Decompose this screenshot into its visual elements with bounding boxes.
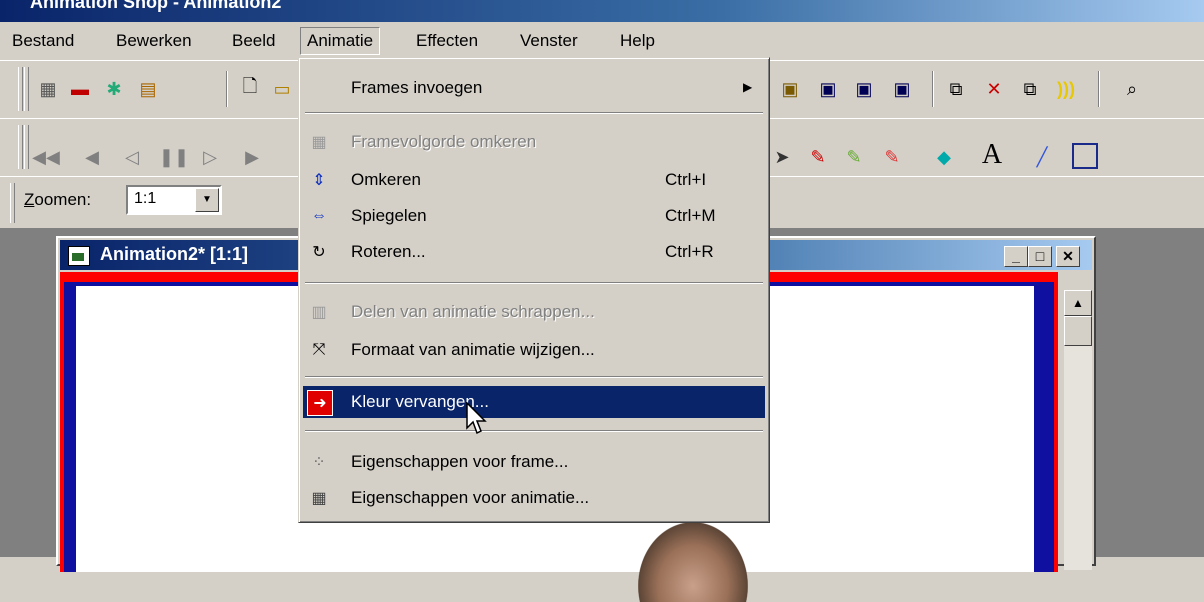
- menu-item-spiegelen[interactable]: ⇔ Spiegelen Ctrl+M: [303, 200, 765, 232]
- menu-item-label: Delen van animatie schrappen...: [351, 302, 595, 321]
- duplicate-icon[interactable]: ⧉: [944, 77, 968, 101]
- arrow-tool-icon[interactable]: ➤: [770, 145, 794, 169]
- zoom-value: 1:1: [134, 190, 157, 207]
- vertical-scrollbar[interactable]: ▲: [1064, 290, 1092, 570]
- menu-item-formaat-wijzigen[interactable]: ⤧ Formaat van animatie wijzigen...: [303, 334, 765, 366]
- minimize-button[interactable]: _: [1004, 246, 1028, 267]
- menu-item-delen-schrappen[interactable]: ▥ Delen van animatie schrappen...: [303, 296, 765, 328]
- zoom-select[interactable]: 1:1 ▼: [126, 185, 222, 215]
- menu-item-omkeren[interactable]: ⇕ Omkeren Ctrl+I: [303, 164, 765, 196]
- toolbar-grip[interactable]: [24, 125, 29, 169]
- menu-venster[interactable]: Venster: [514, 28, 584, 54]
- brush-icon[interactable]: ✎: [842, 145, 866, 169]
- menu-item-eigenschappen-animatie[interactable]: ▦ Eigenschappen voor animatie...: [303, 482, 765, 514]
- animatie-menu: Frames invoegen ▶ ▦ Framevolgorde omkere…: [298, 57, 770, 523]
- menu-separator: [305, 112, 763, 114]
- menu-item-shortcut: Ctrl+R: [665, 242, 714, 261]
- frame-image: [638, 522, 748, 602]
- eraser-icon[interactable]: ✎: [880, 145, 904, 169]
- wizard-icon[interactable]: ✱: [102, 77, 126, 101]
- text-tool-icon[interactable]: A: [980, 139, 1004, 170]
- pause-icon[interactable]: ❚❚: [159, 145, 189, 169]
- zoom-tool-icon[interactable]: ⌕: [1120, 77, 1144, 101]
- film-reverse-icon: ▦: [311, 134, 327, 151]
- menu-item-label: Framevolgorde omkeren: [351, 132, 537, 151]
- toolbar-grip[interactable]: [18, 125, 23, 169]
- menubar: Bestand Bewerken Beeld Animatie Effecten…: [0, 22, 1204, 60]
- paste-before-icon[interactable]: ▣: [852, 77, 876, 101]
- replace-color-icon: ➜: [307, 390, 333, 416]
- menu-item-label: Omkeren: [351, 170, 421, 189]
- menu-item-framevolgorde-omkeren[interactable]: ▦ Framevolgorde omkeren: [303, 126, 765, 158]
- toolbar-separator: [226, 71, 228, 107]
- menu-item-frames-invoegen[interactable]: Frames invoegen ▶: [303, 72, 765, 104]
- animation-document-icon: [68, 246, 90, 266]
- film-icon[interactable]: ▦: [36, 77, 60, 101]
- menu-item-label: Spiegelen: [351, 206, 427, 225]
- toolbar-grip[interactable]: [24, 67, 29, 111]
- menu-item-label: Frames invoegen: [351, 78, 483, 97]
- resize-icon: ⤧: [312, 341, 326, 358]
- toolbar-separator: [1098, 71, 1100, 107]
- menu-separator: [305, 430, 763, 432]
- highlight-icon[interactable]: ))): [1054, 77, 1078, 101]
- new-file-icon[interactable]: 🗋: [238, 76, 262, 101]
- menu-bestand[interactable]: Bestand: [6, 28, 80, 54]
- menu-item-eigenschappen-frame[interactable]: ⁘ Eigenschappen voor frame...: [303, 446, 765, 478]
- delete-frames-icon[interactable]: ✕: [982, 77, 1006, 101]
- menu-item-shortcut: Ctrl+M: [665, 206, 716, 225]
- menu-help[interactable]: Help: [614, 28, 661, 54]
- paste-icon[interactable]: ▣: [778, 77, 802, 101]
- menu-item-label: Eigenschappen voor animatie...: [351, 488, 590, 507]
- scroll-thumb[interactable]: [1064, 316, 1092, 346]
- menu-item-label: Formaat van animatie wijzigen...: [351, 340, 595, 359]
- rotate-icon: ↻: [312, 244, 326, 261]
- menu-item-label: Roteren...: [351, 242, 426, 261]
- chevron-down-icon[interactable]: ▼: [195, 188, 219, 212]
- menu-item-roteren[interactable]: ↻ Roteren... Ctrl+R: [303, 236, 765, 268]
- menu-item-shortcut: Ctrl+I: [665, 170, 707, 189]
- menu-item-label: Eigenschappen voor frame...: [351, 452, 569, 471]
- app-titlebar: Animation Shop - Animation2: [0, 0, 1204, 22]
- toolbar-grip[interactable]: [18, 67, 23, 111]
- mouse-cursor-icon: [466, 402, 487, 435]
- zoom-label: Zoomen:: [24, 190, 92, 209]
- flip-vertical-icon: ⇕: [312, 172, 326, 189]
- next-frame-icon[interactable]: ▶: [240, 145, 264, 169]
- maximize-button[interactable]: □: [1028, 246, 1052, 267]
- frame-properties-icon: ⁘: [312, 454, 326, 471]
- copy-frames-icon[interactable]: ⧉: [1018, 77, 1042, 101]
- close-button[interactable]: ✕: [1056, 246, 1080, 267]
- rectangle-tool-icon[interactable]: [1072, 143, 1098, 169]
- step-forward-icon[interactable]: ▷: [198, 145, 222, 169]
- menu-effecten[interactable]: Effecten: [410, 28, 484, 54]
- animation-window-title: Animation2* [1:1]: [100, 244, 249, 264]
- banner-icon[interactable]: ▤: [136, 77, 160, 101]
- toolbar-separator: [932, 71, 934, 107]
- open-folder-icon[interactable]: ▭: [270, 77, 294, 101]
- line-tool-icon[interactable]: ╱: [1030, 145, 1054, 169]
- toolbar-grip[interactable]: [10, 183, 15, 223]
- scroll-up-icon[interactable]: ▲: [1064, 290, 1092, 316]
- menu-item-kleur-vervangen[interactable]: ➜ Kleur vervangen...: [303, 386, 765, 418]
- menu-beeld[interactable]: Beeld: [226, 28, 281, 54]
- submenu-arrow-icon: ▶: [743, 80, 753, 94]
- first-frame-icon[interactable]: ◀◀: [32, 145, 60, 169]
- menu-separator: [305, 376, 763, 378]
- paste-frames-icon[interactable]: ▣: [816, 77, 840, 101]
- dropper-icon[interactable]: ✎: [806, 145, 830, 169]
- paste-after-icon[interactable]: ▣: [890, 77, 914, 101]
- menu-separator: [305, 282, 763, 284]
- animation-properties-icon: ▦: [311, 490, 327, 507]
- step-back-icon[interactable]: ◁: [120, 145, 144, 169]
- zoom-label-text: oomen:: [34, 190, 92, 209]
- mirror-icon: ⇔: [311, 207, 327, 224]
- crop-icon: ▥: [311, 304, 327, 321]
- fill-icon[interactable]: ◆: [932, 145, 956, 169]
- menu-animatie[interactable]: Animatie: [300, 27, 381, 55]
- film-strip-red-icon[interactable]: ▬: [68, 77, 92, 101]
- menu-bewerken[interactable]: Bewerken: [110, 28, 198, 54]
- app-title: Animation Shop - Animation2: [30, 0, 282, 12]
- previous-frame-icon[interactable]: ◀: [80, 145, 104, 169]
